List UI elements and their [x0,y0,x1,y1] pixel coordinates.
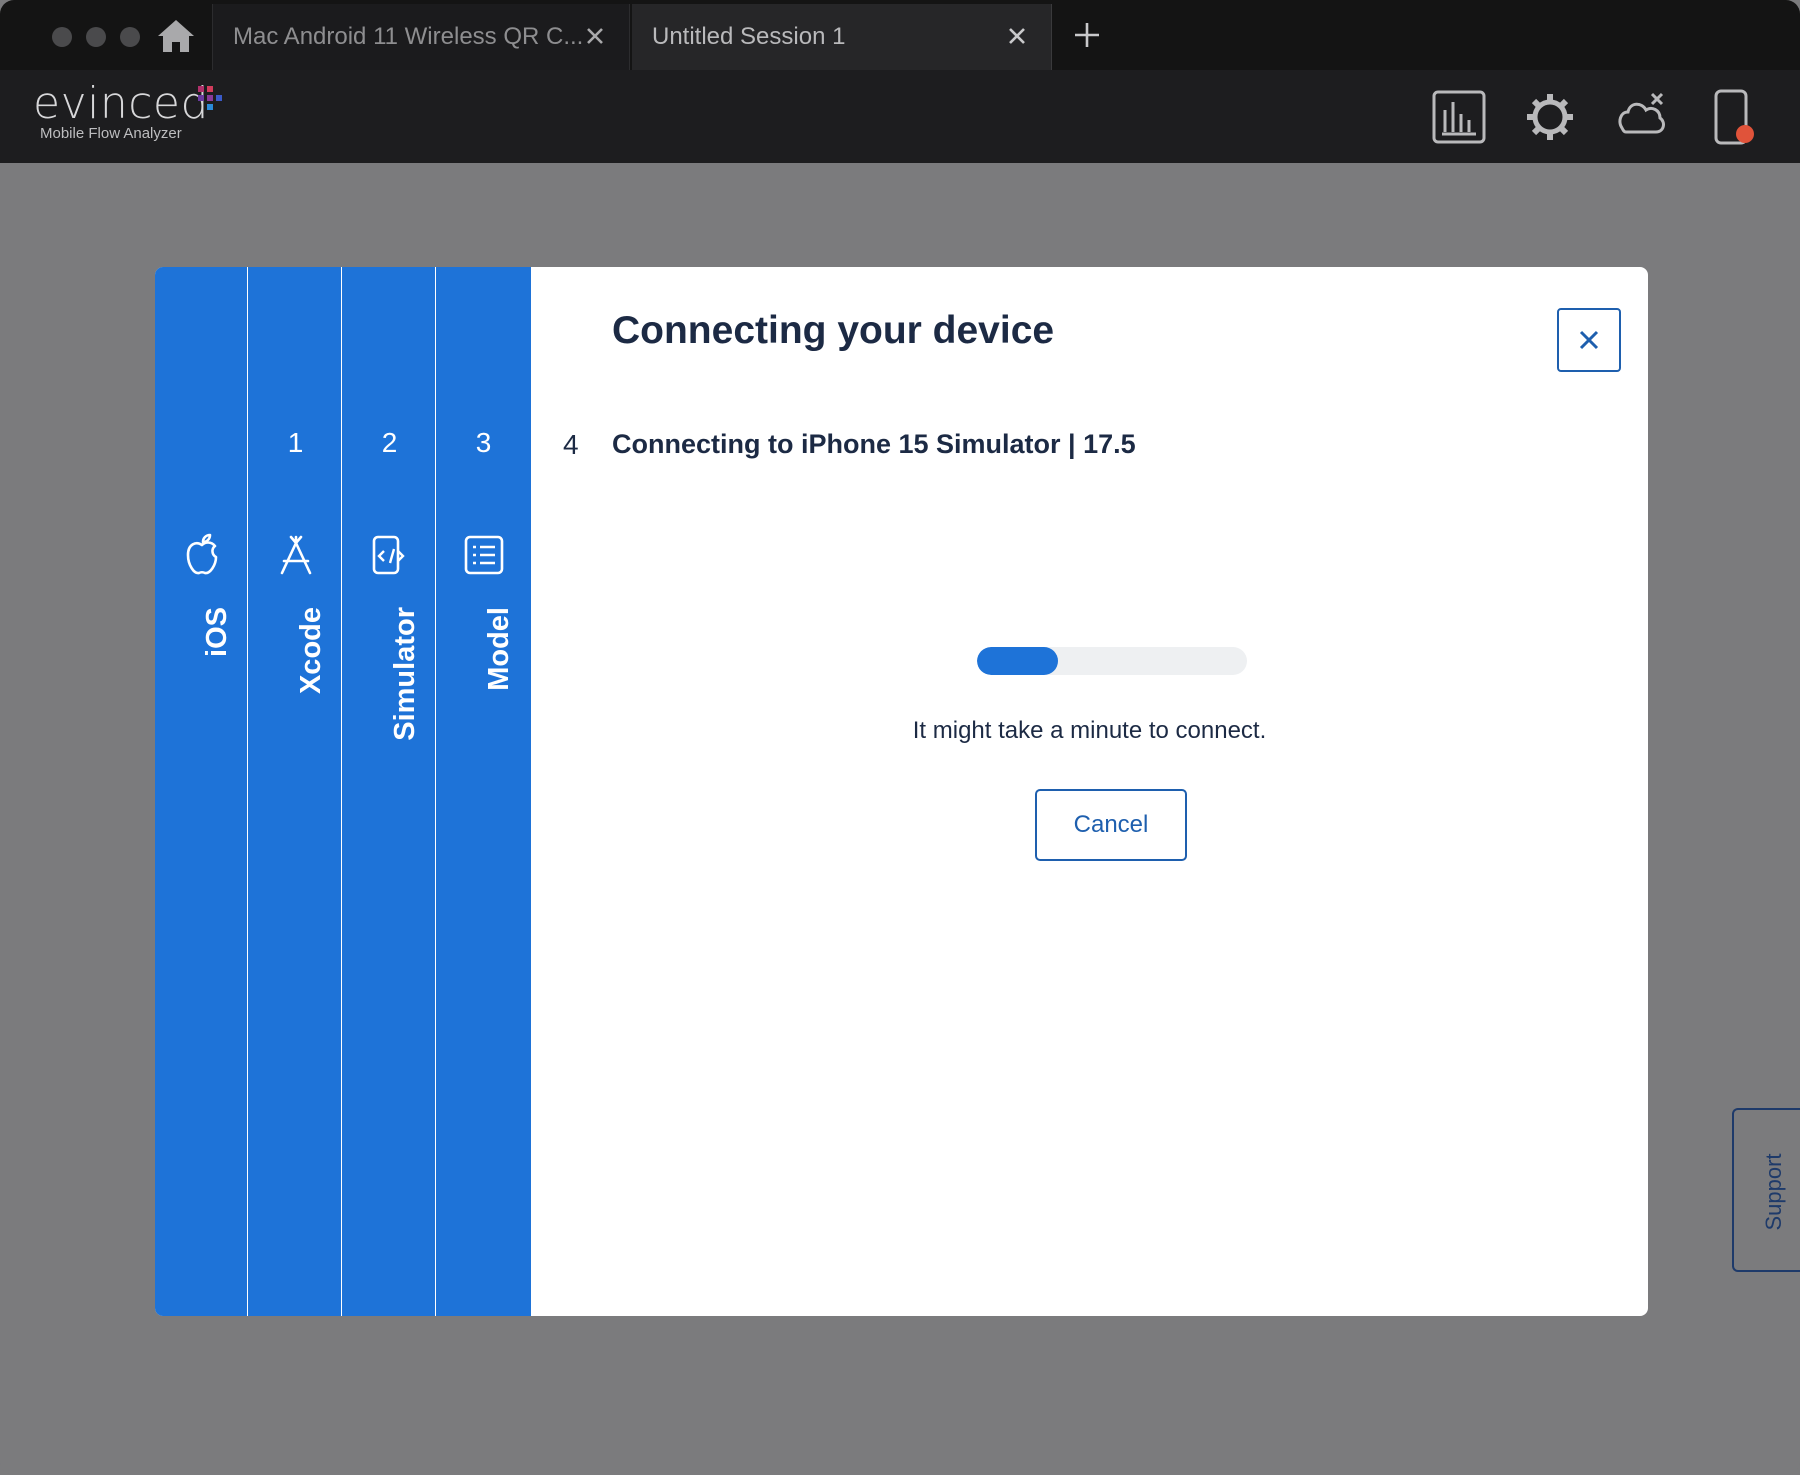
close-icon [1579,330,1599,350]
new-tab-icon[interactable] [1072,20,1102,50]
cancel-button[interactable]: Cancel [1035,789,1187,861]
logo-dots-icon [198,86,222,110]
step-label: iOS [201,607,233,657]
window-close-dot[interactable] [52,27,72,47]
window-minimize-dot[interactable] [86,27,106,47]
logo-subtitle: Mobile Flow Analyzer [40,125,182,142]
progress-fill [977,647,1058,675]
step-xcode[interactable]: 1 Xcode [249,267,342,1316]
support-tab[interactable]: Support [1732,1108,1800,1272]
device-code-icon [372,535,405,575]
window-zoom-dot[interactable] [120,27,140,47]
dialog-title: Connecting your device [612,309,1055,352]
step-number: 2 [381,427,398,458]
step-ios[interactable]: iOS [155,267,248,1316]
step-label: Simulator [389,607,421,741]
reports-icon[interactable] [1430,88,1488,146]
close-tab-icon[interactable] [583,24,607,48]
step-simulator[interactable]: 2 Simulator [343,267,436,1316]
close-tab-icon[interactable] [1005,24,1029,48]
tab-label: Untitled Session 1 [652,23,846,50]
device-icon[interactable] [1703,88,1761,146]
step-number: 3 [475,427,492,458]
app-store-icon [280,535,312,575]
tab-bar: Mac Android 11 Wireless QR C... Untitled… [0,0,1800,70]
current-step-text: Connecting to iPhone 15 Simulator | 17.5 [612,429,1136,459]
logo-wordmark: evinced [33,78,209,129]
settings-icon[interactable] [1521,88,1579,146]
wizard-steps: iOS 1 Xcode 2 Simulator 3 Model [155,267,531,1316]
app-window: Mac Android 11 Wireless QR C... Untitled… [0,0,1800,1475]
list-icon [464,535,504,575]
home-icon[interactable] [156,18,196,54]
step-label: Model [483,607,515,691]
step-label: Xcode [295,607,327,695]
current-step-number: 4 [563,429,579,460]
apple-icon [186,533,218,575]
cloud-disconnected-icon[interactable] [1612,88,1670,146]
connection-progress-bar [977,647,1247,675]
tab-label: Mac Android 11 Wireless QR C... [233,23,584,50]
support-label: Support [1761,1153,1786,1231]
dialog-panel: Connecting your device 4 Connecting to i… [531,267,1648,1316]
step-number: 1 [287,427,304,458]
connection-hint: It might take a minute to connect. [912,717,1267,744]
step-model[interactable]: 3 Model [437,267,531,1316]
tab-untitled-session[interactable]: Untitled Session 1 [632,4,1052,70]
tab-mac-android[interactable]: Mac Android 11 Wireless QR C... [212,4,630,70]
connect-device-dialog: iOS 1 Xcode 2 Simulator 3 Model Connecti… [155,267,1648,1316]
close-dialog-button[interactable] [1557,308,1621,372]
